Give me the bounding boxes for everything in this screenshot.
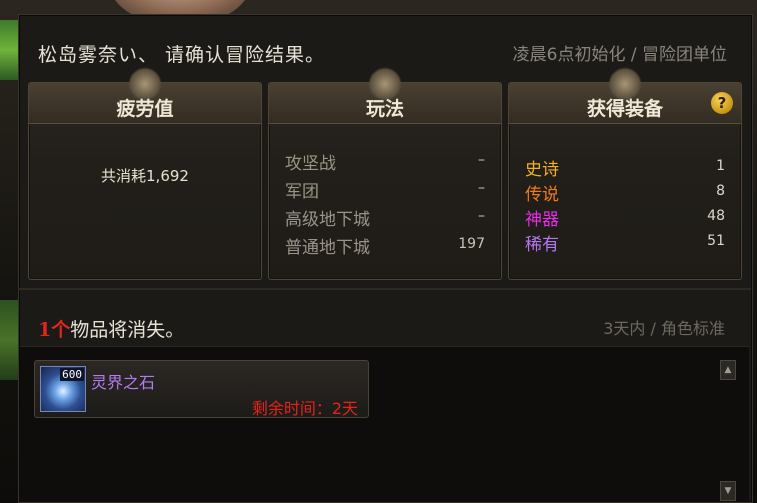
item-level: 600: [60, 368, 84, 381]
rarity-count: 51: [707, 233, 725, 249]
modes-title: 玩法: [365, 98, 404, 120]
mode-value: –: [478, 152, 485, 168]
mode-value: –: [478, 208, 485, 224]
modes-card: 玩法 攻坚战 – 军团 – 高级地下城 – 普通地下城 197: [268, 67, 502, 280]
rarity-legendary: 传说: [525, 185, 559, 205]
mode-value: 197: [458, 236, 485, 252]
mode-name: 普通地下城: [285, 238, 370, 258]
rarity-count: 8: [716, 183, 725, 199]
expiring-note: 3天内 / 角色标准: [603, 319, 725, 338]
fatigue-consumed: 共消耗1,692: [101, 167, 189, 185]
item-name: 灵界之石: [91, 373, 156, 392]
fatigue-card: 疲劳值 共消耗1,692: [28, 67, 262, 280]
section-divider: [18, 288, 751, 290]
equipment-row: 稀有 51: [525, 230, 725, 255]
reset-note: 凌晨6点初始化 / 冒险团单位: [512, 45, 727, 65]
equipment-row: 传说 8: [525, 180, 725, 205]
mode-row: 普通地下城 197: [285, 233, 485, 258]
mode-row: 军团 –: [285, 177, 485, 202]
scroll-up-button[interactable]: ▲: [720, 360, 736, 380]
rarity-artifact: 神器: [525, 210, 559, 230]
help-icon[interactable]: ?: [711, 92, 733, 114]
mode-row: 攻坚战 –: [285, 149, 485, 174]
crystal-icon: 600: [40, 366, 86, 412]
equipment-row: 史诗 1: [525, 155, 725, 180]
item-remaining-time: 剩余时间：2天: [251, 399, 358, 418]
mode-name: 军团: [285, 182, 319, 202]
mode-name: 高级地下城: [285, 210, 370, 230]
fatigue-title: 疲劳值: [116, 98, 174, 120]
expiring-count: 1个: [38, 319, 71, 341]
rarity-count: 48: [707, 208, 725, 224]
equipment-row: 神器 48: [525, 205, 725, 230]
rarity-count: 1: [716, 158, 725, 174]
expiring-title: 1个物品将消失。: [38, 315, 184, 342]
mode-row: 高级地下城 –: [285, 205, 485, 230]
rarity-epic: 史诗: [525, 160, 559, 180]
equipment-title: 获得装备: [586, 98, 663, 120]
mode-name: 攻坚战: [285, 154, 336, 174]
expiring-item[interactable]: 600 灵界之石 剩余时间：2天: [34, 360, 369, 418]
result-title: 松岛雾奈い、 请确认冒险结果。: [38, 44, 326, 66]
rarity-rare: 稀有: [525, 235, 559, 255]
equipment-card: 获得装备 ? 史诗 1 传说 8 神器 48 稀有 51: [508, 67, 742, 280]
mode-value: –: [478, 180, 485, 196]
expiring-label: 物品将消失。: [70, 319, 185, 341]
scroll-down-button[interactable]: ▼: [720, 481, 736, 501]
